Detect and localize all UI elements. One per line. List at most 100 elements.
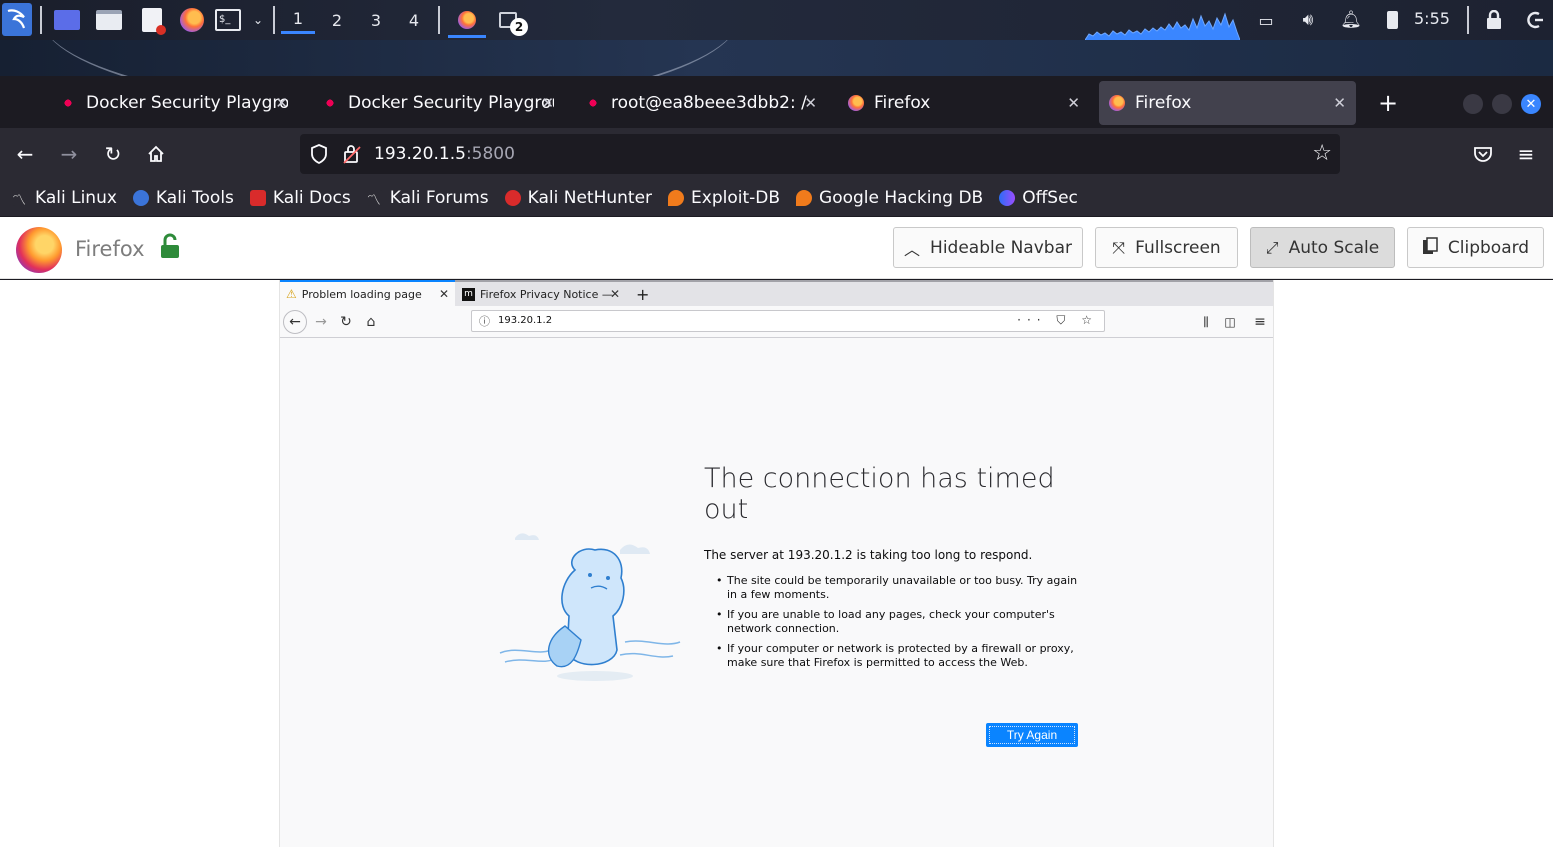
tab-root-terminal[interactable]: root@ea8beee3dbb2: / ✕: [575, 81, 827, 125]
logout-icon[interactable]: [1521, 6, 1549, 34]
auto-scale-button[interactable]: ⤢ Auto Scale: [1250, 227, 1395, 268]
tab-label: Docker Security Playground: [348, 93, 554, 113]
new-tab-button[interactable]: +: [1368, 81, 1398, 125]
tab-docker-security-playground-1[interactable]: Docker Security Playground ✕: [50, 81, 298, 125]
button-label: Clipboard: [1447, 237, 1530, 258]
browser-tab-strip: Docker Security Playground ✕ Docker Secu…: [0, 76, 1553, 128]
clipboard-button[interactable]: Clipboard: [1407, 227, 1544, 268]
show-desktop-icon[interactable]: [53, 6, 81, 34]
tab-firefox-1[interactable]: Firefox ✕: [838, 81, 1090, 125]
pocket-icon[interactable]: [1469, 140, 1497, 168]
hideable-navbar-button[interactable]: ︿ Hideable Navbar: [893, 227, 1083, 268]
back-arrow-icon[interactable]: ←: [283, 310, 307, 334]
url-port: :5800: [465, 144, 515, 164]
taskbar-separator: [1467, 6, 1469, 34]
remote-screen[interactable]: ⚠ Problem loading page ✕ m Firefox Priva…: [279, 280, 1274, 847]
bookmark-kali-nethunter[interactable]: Kali NetHunter: [504, 188, 652, 208]
desktop-wallpaper: [0, 40, 1553, 76]
taskbar-window-group[interactable]: 2: [494, 6, 528, 36]
browser-navbar: ← → ↻ 193.20.1.5:5800 ☆ ≡: [0, 128, 1553, 180]
chevron-up-icon: ︿: [904, 239, 921, 259]
ghdb-icon: [796, 190, 813, 206]
home-icon[interactable]: ⌂: [359, 310, 383, 334]
remote-tab-problem-loading[interactable]: ⚠ Problem loading page ✕: [280, 280, 455, 306]
button-label: Hideable Navbar: [930, 237, 1072, 258]
tab-docker-security-playground-2[interactable]: Docker Security Playground ✕: [312, 81, 564, 125]
terminal-icon: [585, 95, 601, 111]
remote-url-bar[interactable]: ⓘ 193.20.1.2 ··· ⛉ ☆: [471, 310, 1105, 332]
text-editor-icon[interactable]: [138, 6, 166, 35]
bookmark-kali-tools[interactable]: Kali Tools: [132, 188, 234, 208]
forward-arrow-icon[interactable]: →: [55, 140, 83, 168]
offsec-icon: [999, 190, 1016, 206]
tracking-protection-shield-icon[interactable]: [309, 143, 329, 169]
chevron-down-icon[interactable]: ⌄: [244, 6, 272, 34]
bookmark-kali-linux[interactable]: 〽 Kali Linux: [12, 188, 117, 209]
firefox-launcher-icon[interactable]: [178, 6, 206, 34]
close-tab-icon[interactable]: ✕: [439, 287, 449, 301]
minimize-window-icon[interactable]: [1463, 94, 1483, 114]
tab-label: Firefox: [1135, 93, 1192, 113]
kali-docs-icon: [249, 190, 266, 206]
file-manager-icon[interactable]: [95, 6, 123, 34]
info-icon[interactable]: ⓘ: [479, 313, 490, 329]
hamburger-menu-icon[interactable]: ≡: [1512, 140, 1540, 168]
close-window-icon[interactable]: ✕: [1521, 94, 1541, 114]
bookmark-kali-forums[interactable]: 〽 Kali Forums: [366, 188, 489, 209]
workspace-4[interactable]: 4: [397, 6, 431, 34]
library-icon[interactable]: ⫼: [1194, 310, 1218, 334]
sidebar-icon[interactable]: ◫: [1218, 310, 1242, 334]
fullscreen-button[interactable]: ⤧ Fullscreen: [1095, 227, 1238, 268]
remote-url-text[interactable]: 193.20.1.2: [498, 315, 552, 326]
maximize-window-icon[interactable]: [1492, 94, 1512, 114]
try-again-button[interactable]: Try Again: [986, 723, 1078, 747]
cpu-monitor-graph: [1085, 12, 1240, 40]
error-suggestions-list: The site could be temporarily unavailabl…: [716, 574, 1086, 676]
close-tab-icon[interactable]: ✕: [804, 94, 817, 112]
unlocked-padlock-icon: [160, 233, 180, 259]
url-text[interactable]: 193.20.1.5:5800: [374, 144, 515, 164]
bookmark-star-icon[interactable]: ☆: [1312, 141, 1332, 166]
close-tab-icon[interactable]: ✕: [1333, 94, 1346, 112]
reload-icon[interactable]: ↻: [334, 310, 358, 334]
error-title: The connection has timed out: [704, 463, 1055, 525]
window-count-badge: 2: [510, 18, 528, 36]
bookmark-google-hacking-db[interactable]: Google Hacking DB: [796, 188, 983, 208]
home-icon[interactable]: [142, 140, 170, 168]
vnc-control-bar: Firefox ︿ Hideable Navbar ⤧ Fullscreen ⤢…: [0, 217, 1553, 279]
close-tab-icon[interactable]: ✕: [541, 94, 554, 112]
forward-arrow-icon[interactable]: →: [309, 310, 333, 334]
insecure-lock-icon[interactable]: [342, 143, 362, 169]
remote-tab-strip: ⚠ Problem loading page ✕ m Firefox Priva…: [280, 280, 1273, 306]
bookmarks-toolbar: 〽 Kali Linux Kali Tools Kali Docs 〽 Kali…: [0, 180, 1553, 216]
remote-navbar: ← → ↻ ⌂ ⓘ 193.20.1.2 ··· ⛉ ☆ ⫼ ◫ ≡: [280, 306, 1273, 338]
error-suggestion: If your computer or network is protected…: [716, 642, 1086, 670]
tab-firefox-2[interactable]: Firefox ✕: [1099, 81, 1356, 125]
error-suggestion: The site could be temporarily unavailabl…: [716, 574, 1086, 602]
close-tab-icon[interactable]: ✕: [275, 94, 288, 112]
bookmark-offsec[interactable]: OffSec: [999, 188, 1078, 208]
remote-tab-privacy-notice[interactable]: m Firefox Privacy Notice — ✕: [456, 282, 626, 306]
page-actions-icons[interactable]: ··· ⛉ ☆: [1017, 313, 1098, 328]
display-icon[interactable]: ▭: [1252, 6, 1280, 34]
clock[interactable]: 5:55: [1414, 9, 1450, 28]
workspace-3[interactable]: 3: [359, 6, 393, 34]
workspace-1[interactable]: 1: [281, 6, 315, 34]
back-arrow-icon[interactable]: ←: [11, 140, 39, 168]
close-tab-icon[interactable]: ✕: [1067, 94, 1080, 112]
remote-new-tab-button[interactable]: +: [630, 282, 654, 306]
url-bar[interactable]: 193.20.1.5:5800 ☆: [300, 134, 1340, 174]
battery-icon[interactable]: [1378, 6, 1406, 34]
kali-menu-icon[interactable]: [2, 3, 32, 36]
volume-icon[interactable]: 🔊︎: [1294, 6, 1322, 34]
reload-icon[interactable]: ↻: [99, 140, 127, 168]
lock-screen-icon[interactable]: [1480, 6, 1508, 34]
bookmark-exploit-db[interactable]: Exploit-DB: [668, 188, 780, 208]
close-tab-icon[interactable]: ✕: [610, 287, 620, 301]
workspace-2[interactable]: 2: [320, 6, 354, 34]
hamburger-menu-icon[interactable]: ≡: [1248, 310, 1272, 334]
taskbar-window-firefox[interactable]: [448, 4, 486, 38]
notification-bell-icon[interactable]: 🔔︎: [1337, 6, 1365, 34]
bookmark-kali-docs[interactable]: Kali Docs: [249, 188, 351, 208]
terminal-launcher-icon[interactable]: $_: [214, 6, 242, 34]
